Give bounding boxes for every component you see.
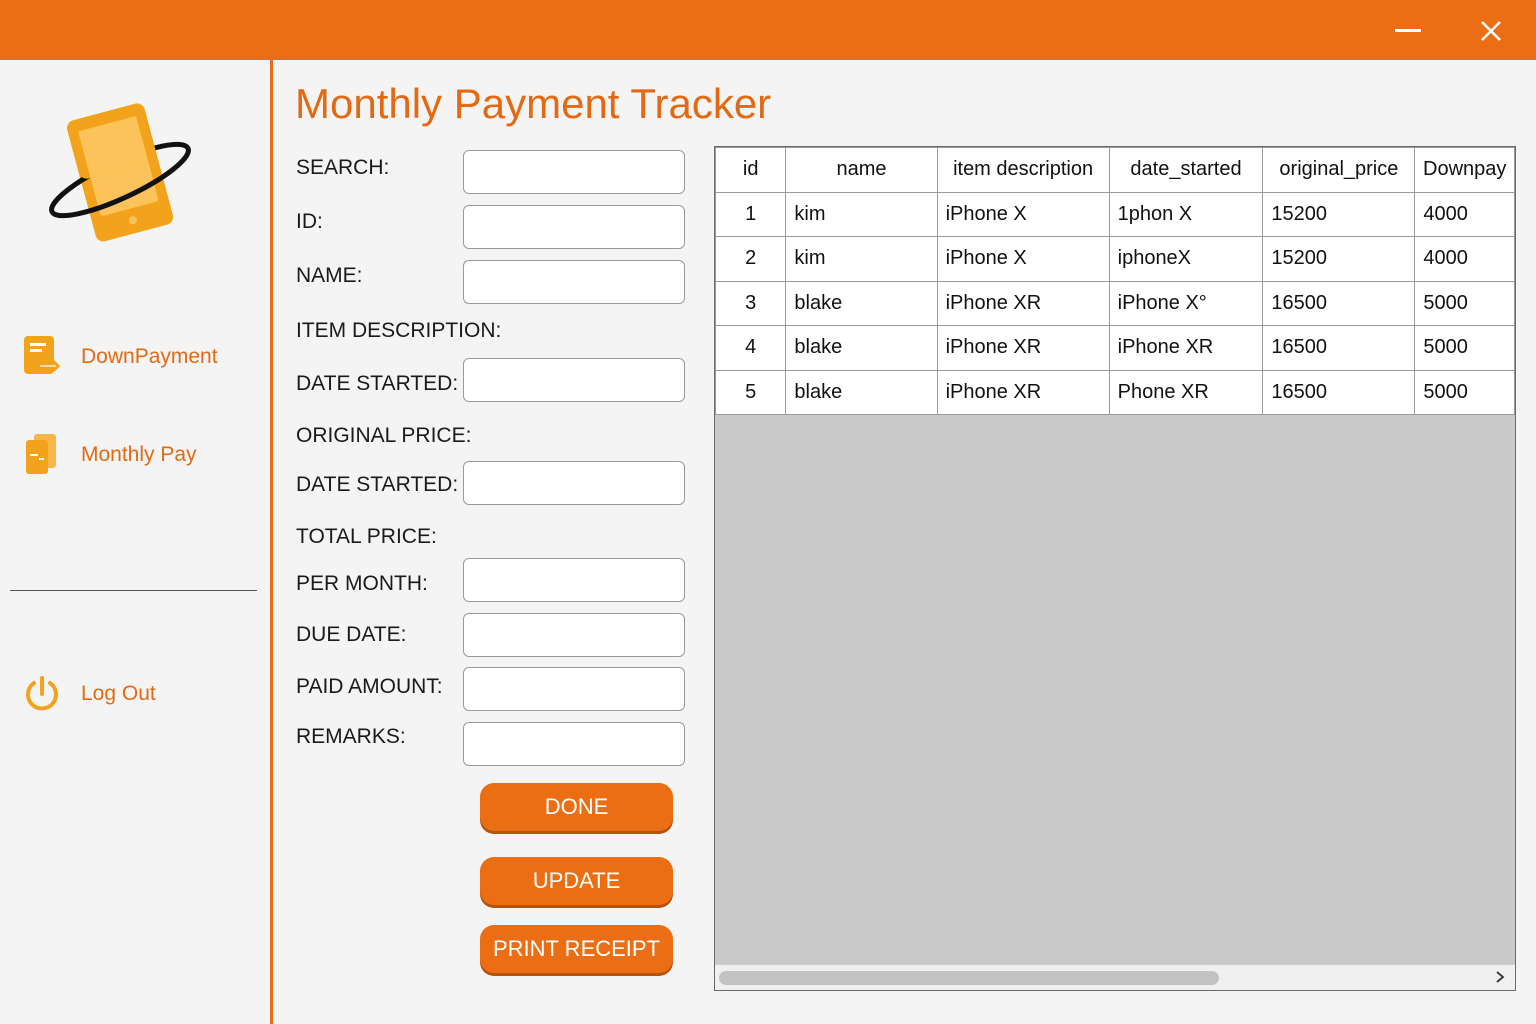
scrollbar-thumb[interactable] [719, 971, 1219, 985]
done-button[interactable]: DONE [480, 783, 673, 831]
sidebar-item-label: Monthly Pay [81, 443, 197, 466]
table-cell: iPhone XR [1108, 325, 1264, 371]
table-cell: Phone XR [1108, 369, 1264, 415]
table-cell: iPhone XR [936, 280, 1110, 326]
table-cell: iPhone XR [936, 325, 1110, 371]
table-cell: 1phon X [1108, 191, 1264, 237]
table-cell: 16500 [1262, 280, 1416, 326]
table-cell: iphoneX [1108, 236, 1264, 282]
name-label: NAME: [296, 264, 363, 287]
table-cell: iPhone X° [1108, 280, 1264, 326]
table-cell: 5000 [1414, 369, 1515, 415]
table-cell: iPhone X [936, 191, 1110, 237]
table-cell: 4000 [1414, 236, 1515, 282]
column-header-id[interactable]: id [715, 147, 787, 193]
table-cell: blake [785, 325, 938, 371]
table-cell: 15200 [1262, 191, 1416, 237]
table-row[interactable]: 1 kim iPhone X 1phon X 15200 4000 [715, 191, 1515, 237]
table-cell: iPhone XR [936, 369, 1110, 415]
document-arrow-icon [20, 333, 64, 381]
table-row[interactable]: 3 blake iPhone XR iPhone X° 16500 5000 [715, 280, 1515, 326]
table-cell: kim [785, 236, 938, 282]
date-started-field-2[interactable] [463, 461, 685, 505]
table-row[interactable]: 2 kim iPhone X iphoneX 15200 4000 [715, 236, 1515, 282]
documents-icon [20, 431, 64, 479]
search-label: SEARCH: [296, 156, 390, 179]
data-table: id name item description date_started or… [715, 147, 1515, 415]
close-icon[interactable] [1466, 10, 1516, 52]
table-cell: 4000 [1414, 191, 1515, 237]
paid-amount-label: PAID AMOUNT: [296, 675, 443, 698]
table-cell: 16500 [1262, 369, 1416, 415]
table-header-row: id name item description date_started or… [715, 147, 1515, 193]
paid-amount-field[interactable] [463, 667, 685, 711]
name-field[interactable] [463, 260, 685, 304]
sidebar-item-monthly-pay[interactable]: Monthly Pay [20, 431, 197, 479]
due-date-label: DUE DATE: [296, 623, 407, 646]
sidebar-item-label: DownPayment [81, 345, 218, 368]
horizontal-scrollbar[interactable] [715, 964, 1515, 990]
sidebar-separator [10, 590, 257, 591]
column-header-item-description[interactable]: item description [936, 147, 1110, 193]
column-header-downpay[interactable]: Downpay [1414, 147, 1515, 193]
table-cell: blake [785, 280, 938, 326]
table-cell: blake [785, 369, 938, 415]
table-cell: kim [785, 191, 938, 237]
id-label: ID: [296, 210, 323, 233]
table-cell: 5000 [1414, 325, 1515, 371]
logout-label: Log Out [81, 682, 156, 705]
date-started-field[interactable] [463, 358, 685, 402]
table-row[interactable]: 4 blake iPhone XR iPhone XR 16500 5000 [715, 325, 1515, 371]
search-input[interactable] [463, 150, 685, 194]
print-receipt-button[interactable]: PRINT RECEIPT [480, 925, 673, 973]
title-bar [0, 0, 1536, 60]
power-icon [20, 670, 64, 718]
table-cell: 5000 [1414, 280, 1515, 326]
page-title: Monthly Payment Tracker [295, 80, 772, 127]
due-date-field[interactable] [463, 613, 685, 657]
table-cell: 2 [715, 236, 787, 282]
chevron-right-icon[interactable] [1491, 967, 1509, 987]
update-button[interactable]: UPDATE [480, 857, 673, 905]
minimize-icon[interactable] [1383, 10, 1433, 52]
table-cell: 16500 [1262, 325, 1416, 371]
column-header-name[interactable]: name [785, 147, 938, 193]
table-cell: 4 [715, 325, 787, 371]
table-cell: 5 [715, 369, 787, 415]
table-cell: 15200 [1262, 236, 1416, 282]
id-field[interactable] [463, 205, 685, 249]
table-row[interactable]: 5 blake iPhone XR Phone XR 16500 5000 [715, 369, 1515, 415]
column-header-original-price[interactable]: original_price [1262, 147, 1416, 193]
table-cell: 1 [715, 191, 787, 237]
date-started-label: DATE STARTED: [296, 372, 459, 395]
original-price-label: ORIGINAL PRICE: [296, 424, 472, 447]
table-cell: iPhone X [936, 236, 1110, 282]
table-cell: 3 [715, 280, 787, 326]
remarks-field[interactable] [463, 722, 685, 766]
phone-orbit-logo [40, 100, 200, 245]
column-header-date-started[interactable]: date_started [1108, 147, 1264, 193]
logout-button[interactable]: Log Out [20, 670, 156, 718]
per-month-field[interactable] [463, 558, 685, 602]
item-description-label: ITEM DESCRIPTION: [296, 319, 502, 342]
date-started-label-2: DATE STARTED: [296, 473, 459, 496]
per-month-label: PER MONTH: [296, 572, 428, 595]
data-table-panel: id name item description date_started or… [714, 146, 1516, 991]
total-price-label: TOTAL PRICE: [296, 525, 437, 548]
remarks-label: REMARKS: [296, 725, 406, 748]
sidebar-item-downpayment[interactable]: DownPayment [20, 333, 218, 381]
sidebar-divider [270, 60, 273, 1024]
